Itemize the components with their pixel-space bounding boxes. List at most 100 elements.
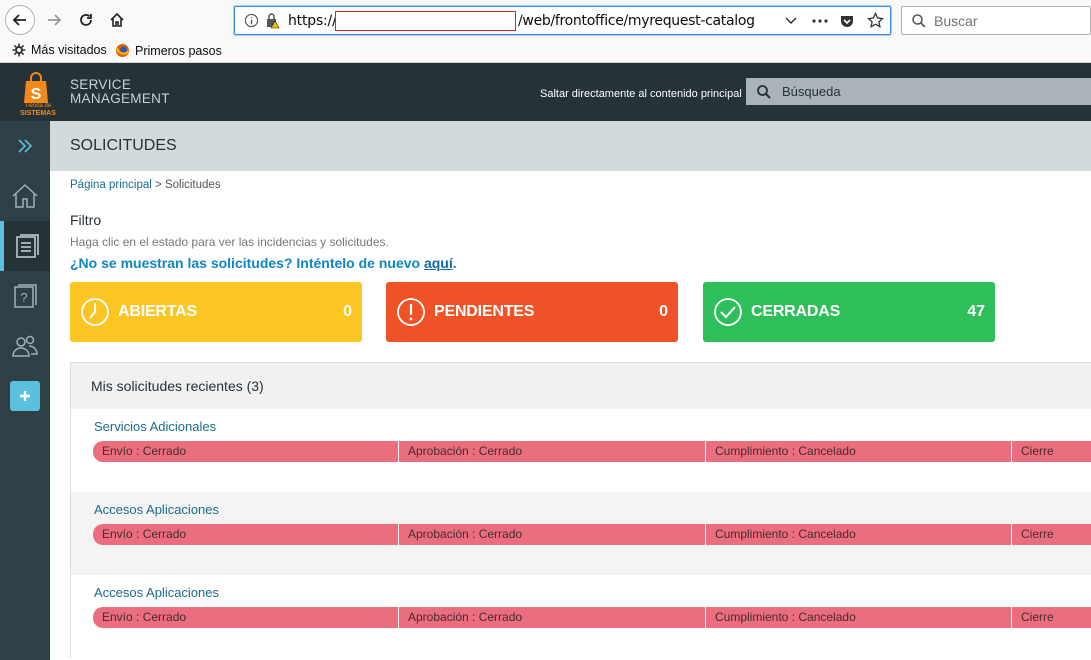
progress-step: Cierre (1021, 610, 1054, 624)
arrow-right-icon (48, 14, 62, 26)
insecure-lock-icon[interactable] (264, 12, 280, 29)
sidebar-item-requests[interactable] (0, 221, 50, 271)
retry-text: ¿No se muestran las solicitudes? Inténte… (70, 255, 424, 271)
firefox-icon (116, 44, 129, 57)
sidebar-item-users[interactable] (0, 321, 50, 371)
logo-caption: Tienda de SISTEMAS (18, 103, 58, 117)
url-scheme: https:// (288, 13, 337, 29)
progress-step: Aprobación : Cerrado (399, 524, 706, 545)
logo-text: SISTEMAS (20, 110, 56, 117)
double-chevron-right-icon (18, 139, 33, 153)
skip-to-content-link[interactable]: Saltar directamente al contenido princip… (540, 88, 742, 100)
document-list-icon (16, 234, 39, 258)
sidebar-item-home[interactable] (0, 171, 50, 221)
redacted-host (335, 11, 516, 31)
clock-icon (81, 298, 109, 326)
bookmarks-bar: Más visitados Primeros pasos (0, 40, 1091, 63)
home-icon (110, 12, 124, 27)
progress-step: Cumplimiento : Cancelado (706, 441, 1012, 462)
pocket-icon[interactable] (839, 13, 855, 29)
plus-icon (20, 391, 30, 401)
filter-hint: Haga clic en el estado para ver las inci… (70, 235, 389, 249)
request-name-link[interactable]: Accesos Aplicaciones (94, 585, 219, 600)
request-name-link[interactable]: Accesos Aplicaciones (94, 502, 219, 517)
svg-text:?: ? (20, 290, 27, 305)
request-progress-bar: Envío : Cerrado Aprobación : Cerrado Cum… (93, 524, 1091, 545)
status-card-open[interactable]: ABIERTAS 0 (70, 282, 362, 342)
status-label: ABIERTAS (118, 303, 197, 320)
request-progress-bar: Envío : Cerrado Aprobación : Cerrado Cum… (93, 607, 1091, 628)
users-icon (12, 335, 38, 357)
status-count: 0 (343, 303, 352, 320)
status-count: 0 (659, 303, 668, 320)
question-document-icon: ? (14, 284, 37, 308)
status-label: PENDIENTES (434, 303, 535, 320)
page-title-bar: SOLICITUDES (50, 121, 1091, 171)
search-icon (912, 14, 926, 28)
progress-step: Envío : Cerrado (93, 607, 399, 628)
progress-step: Cierre (1021, 527, 1054, 541)
progress-step: Cumplimiento : Cancelado (706, 524, 1012, 545)
page-title: SOLICITUDES (70, 137, 177, 154)
filter-title: Filtro (70, 212, 102, 228)
browser-search[interactable]: Buscar (901, 6, 1091, 35)
back-button[interactable] (5, 5, 35, 35)
recent-requests-header: Mis solicitudes recientes (3) (71, 363, 1091, 409)
progress-step: Cierre (1021, 444, 1054, 458)
browser-search-placeholder: Buscar (934, 13, 978, 29)
status-card-closed[interactable]: CERRADAS 47 (703, 282, 995, 342)
breadcrumb: Página principal > Solicitudes (70, 179, 221, 191)
info-icon[interactable] (244, 13, 259, 28)
recent-requests-title: Mis solicitudes recientes (3) (91, 378, 264, 394)
retry-link[interactable]: aquí (424, 255, 453, 271)
chevron-down-icon[interactable] (784, 15, 798, 27)
status-count: 47 (967, 303, 985, 320)
global-search-input[interactable]: Búsqueda (746, 78, 1091, 105)
global-search-placeholder: Búsqueda (782, 84, 841, 99)
reload-button[interactable] (72, 6, 100, 34)
add-request-button[interactable] (10, 381, 40, 411)
more-dots-icon[interactable] (811, 15, 829, 27)
home-button[interactable] (103, 6, 131, 34)
svg-text:S: S (31, 86, 42, 103)
arrow-left-icon (12, 14, 26, 26)
gear-icon (12, 43, 26, 57)
browser-toolbar: https:// /web/frontoffice/myrequest-cata… (0, 0, 1091, 40)
progress-step: Aprobación : Cerrado (399, 441, 706, 462)
brand-name: SERVICE MANAGEMENT (70, 78, 170, 106)
request-item: Accesos Aplicaciones Envío : Cerrado Apr… (71, 492, 1091, 575)
status-card-pending[interactable]: PENDIENTES 0 (386, 282, 678, 342)
store-logo[interactable]: S Tienda de SISTEMAS (18, 71, 58, 117)
brand-line: SERVICE (70, 77, 132, 92)
search-icon (757, 85, 771, 99)
url-bar[interactable]: https:// /web/frontoffice/myrequest-cata… (234, 6, 891, 35)
bookmark-label: Más visitados (31, 43, 107, 57)
app-header: S Tienda de SISTEMAS SERVICE MANAGEMENT … (0, 63, 1091, 121)
breadcrumb-home-link[interactable]: Página principal (70, 179, 152, 191)
progress-step: Envío : Cerrado (93, 524, 399, 545)
bookmark-first-steps[interactable]: Primeros pasos (115, 43, 222, 58)
sidebar: ? (0, 121, 50, 660)
expand-sidebar-button[interactable] (0, 121, 50, 171)
progress-step: Aprobación : Cerrado (399, 607, 706, 628)
bookmark-label: Primeros pasos (135, 43, 222, 58)
recent-requests-panel: Mis solicitudes recientes (3) Servicios … (70, 362, 1091, 658)
request-progress-bar: Envío : Cerrado Aprobación : Cerrado Cum… (93, 441, 1091, 462)
alert-icon (397, 298, 425, 326)
forward-button[interactable] (40, 6, 68, 34)
bookmark-most-visited[interactable]: Más visitados (12, 43, 107, 57)
sidebar-item-help[interactable]: ? (0, 271, 50, 321)
check-circle-icon (714, 298, 742, 326)
progress-step: Envío : Cerrado (93, 441, 399, 462)
reload-icon (80, 14, 92, 26)
request-item: Servicios Adicionales Envío : Cerrado Ap… (71, 409, 1091, 492)
request-name-link[interactable]: Servicios Adicionales (94, 419, 216, 434)
retry-end: . (452, 255, 457, 271)
brand-line: MANAGEMENT (70, 91, 170, 106)
progress-step: Cumplimiento : Cancelado (706, 607, 1012, 628)
status-label: CERRADAS (751, 303, 841, 320)
bookmark-star-icon[interactable] (867, 12, 884, 29)
request-item: Accesos Aplicaciones Envío : Cerrado Apr… (71, 575, 1091, 658)
home-icon (12, 183, 38, 208)
breadcrumb-current: Solicitudes (164, 179, 221, 191)
